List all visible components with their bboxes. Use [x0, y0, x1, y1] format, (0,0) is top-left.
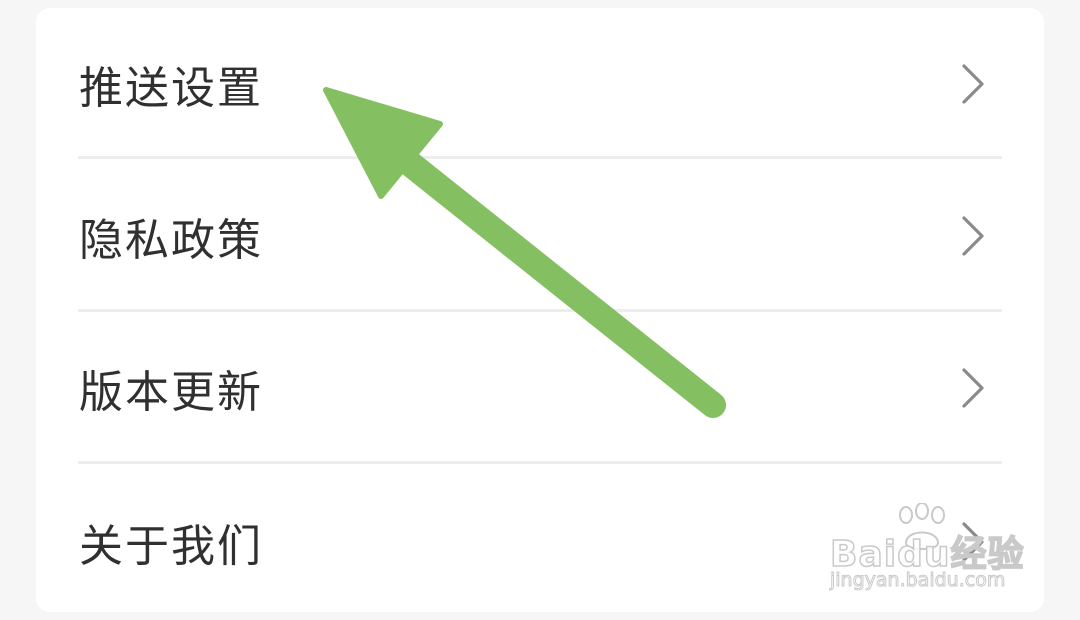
- menu-item-label: 隐私政策: [79, 215, 263, 266]
- divider: [78, 156, 1002, 159]
- menu-item-push-settings[interactable]: 推送设置: [36, 8, 1044, 160]
- chevron-right-icon: [962, 368, 984, 408]
- menu-item-label: 版本更新: [79, 367, 263, 418]
- chevron-right-icon: [962, 216, 984, 256]
- chevron-right-icon: [962, 522, 984, 562]
- menu-item-version-update[interactable]: 版本更新: [36, 312, 1044, 464]
- divider: [78, 461, 1002, 464]
- menu-item-label: 推送设置: [79, 63, 263, 114]
- settings-card: 推送设置 隐私政策 版本更新 关于我们: [36, 8, 1044, 612]
- menu-item-label: 关于我们: [79, 521, 263, 572]
- menu-item-privacy-policy[interactable]: 隐私政策: [36, 160, 1044, 312]
- chevron-right-icon: [962, 64, 984, 104]
- menu-item-about-us[interactable]: 关于我们: [36, 466, 1044, 618]
